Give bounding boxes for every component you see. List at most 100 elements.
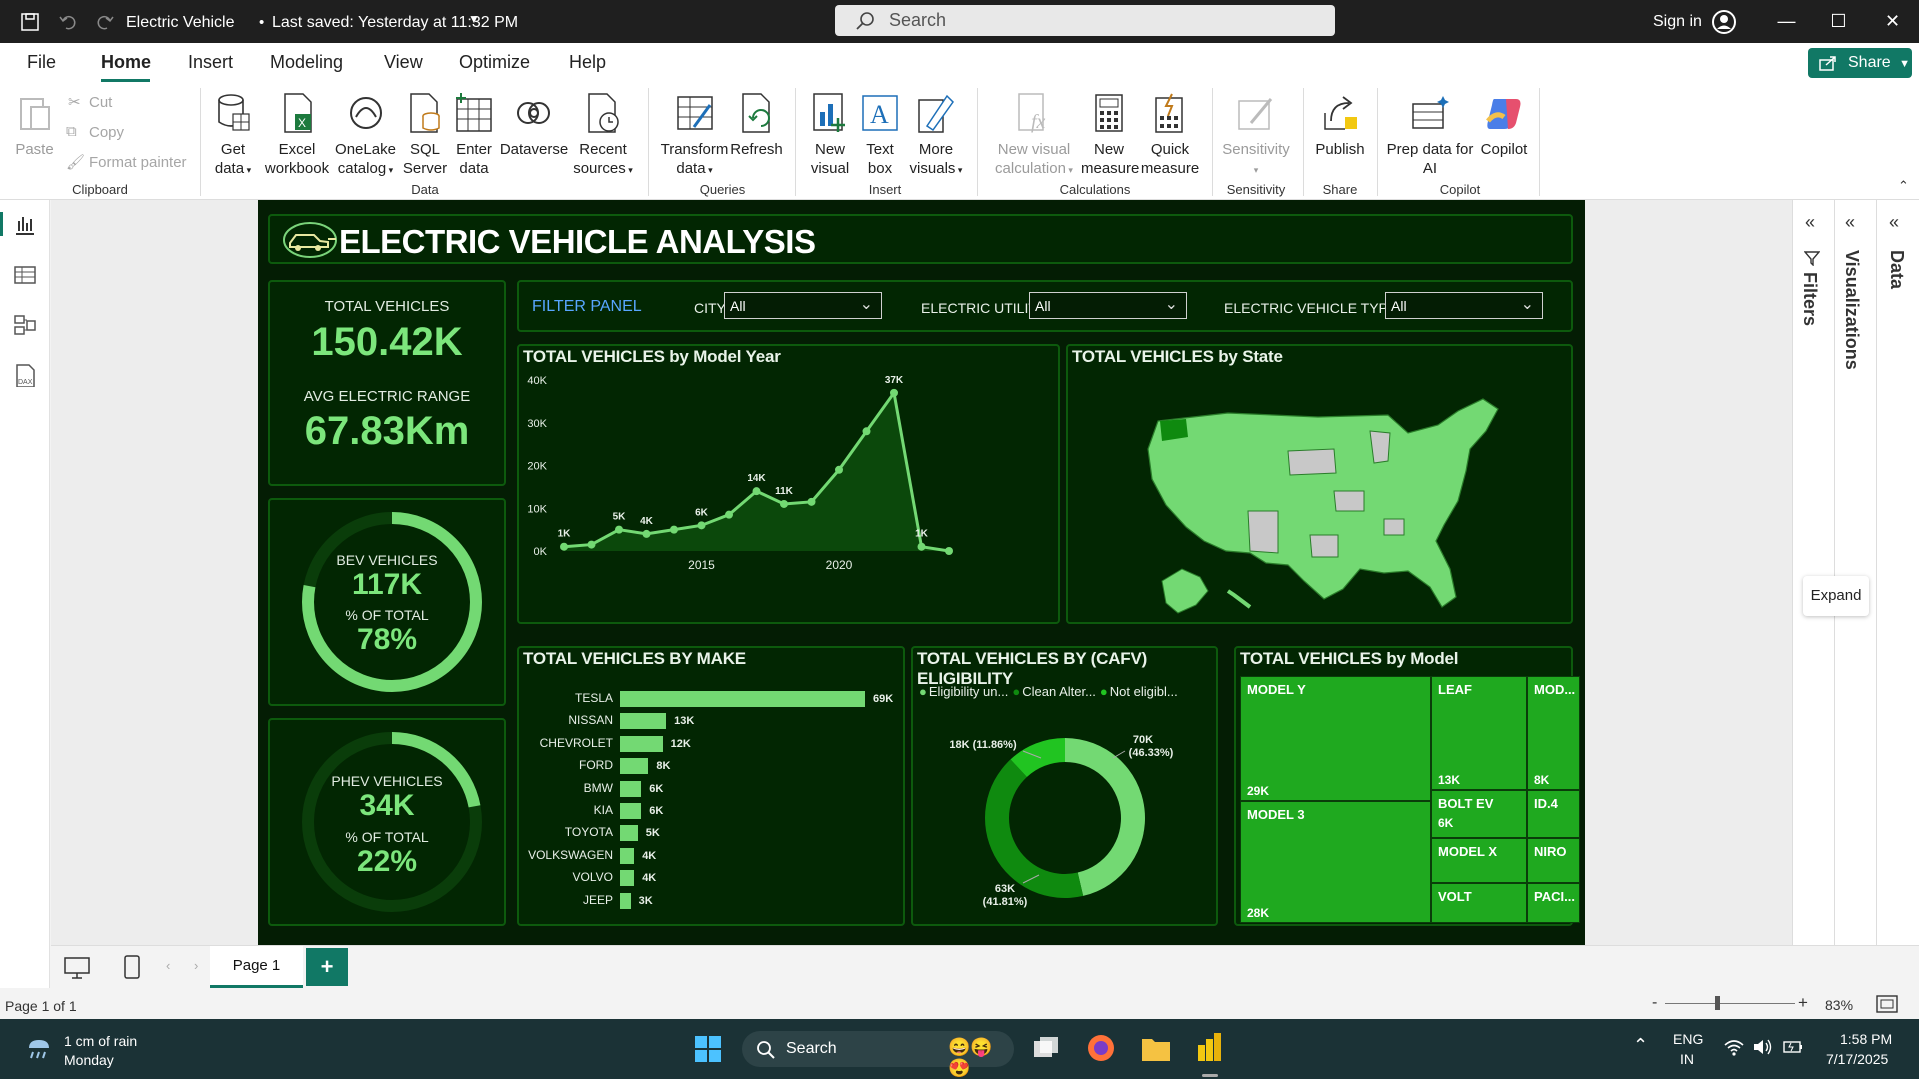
state-no-data bbox=[1333, 490, 1365, 512]
publish-button[interactable]: Publish bbox=[1310, 92, 1370, 159]
tray-chevron-up-icon[interactable]: ⌃ bbox=[1633, 1035, 1648, 1056]
get-data-button[interactable]: Get data ▾ bbox=[208, 92, 258, 180]
make-category-label: KIA bbox=[593, 803, 613, 817]
transform-data-button[interactable]: Transform data ▾ bbox=[657, 92, 732, 180]
maximize-button[interactable]: ☐ bbox=[1811, 0, 1866, 43]
close-button[interactable]: ✕ bbox=[1865, 0, 1919, 43]
treemap-cell[interactable]: NIRO bbox=[1527, 838, 1580, 883]
treemap-cell[interactable]: MODEL Y 29K bbox=[1240, 676, 1431, 801]
collapse-ribbon-icon[interactable]: ⌃ bbox=[1898, 178, 1909, 194]
zoom-slider-thumb[interactable] bbox=[1715, 996, 1720, 1010]
onelake-catalog-button[interactable]: OneLake catalog ▾ bbox=[333, 92, 398, 180]
add-page-button[interactable]: + bbox=[306, 948, 348, 986]
expand-data-icon[interactable]: « bbox=[1889, 212, 1899, 233]
volume-icon[interactable] bbox=[1752, 1037, 1774, 1057]
fit-to-page-icon[interactable] bbox=[1876, 995, 1898, 1013]
minimize-button[interactable]: — bbox=[1759, 0, 1814, 43]
new-measure-button[interactable]: New measure bbox=[1081, 92, 1139, 178]
recent-sources-button[interactable]: Recent sources ▾ bbox=[568, 92, 638, 180]
total-vehicles-label: TOTAL VEHICLES bbox=[324, 298, 450, 315]
power-bi-icon[interactable] bbox=[1196, 1031, 1224, 1063]
battery-icon[interactable] bbox=[1782, 1037, 1804, 1057]
zoom-in-icon[interactable]: + bbox=[1798, 993, 1808, 1013]
expand-visualizations-icon[interactable]: « bbox=[1845, 212, 1855, 233]
weather-text[interactable]: 1 cm of rain bbox=[64, 1033, 137, 1049]
ev-type-dropdown[interactable]: All ⌄ bbox=[1385, 292, 1543, 319]
mobile-layout-icon[interactable] bbox=[124, 955, 140, 979]
enter-data-button[interactable]: Enter data bbox=[450, 92, 498, 178]
cafv-legend-item[interactable]: ● Eligibility un... bbox=[919, 684, 1008, 699]
wifi-icon[interactable] bbox=[1723, 1037, 1745, 1057]
desktop-layout-icon[interactable] bbox=[64, 957, 90, 979]
treemap-cell[interactable]: MOD... 8K bbox=[1527, 676, 1580, 790]
undo-icon[interactable] bbox=[58, 12, 78, 32]
menu-help[interactable]: Help bbox=[569, 52, 606, 73]
save-icon[interactable] bbox=[20, 12, 40, 32]
copilot-button[interactable]: Copilot bbox=[1474, 92, 1534, 159]
cut-button[interactable]: Cut bbox=[89, 94, 112, 111]
zoom-out-icon[interactable]: - bbox=[1652, 994, 1657, 1012]
file-explorer-icon[interactable] bbox=[1140, 1033, 1172, 1063]
expand-filters-icon[interactable]: « bbox=[1805, 212, 1815, 233]
more-visuals-button[interactable]: More visuals ▾ bbox=[906, 92, 966, 180]
filters-pane-collapsed[interactable]: « Filters bbox=[1792, 200, 1828, 945]
dataverse-button[interactable]: Dataverse bbox=[499, 92, 569, 159]
sql-server-button[interactable]: SQL Server bbox=[400, 92, 450, 178]
task-view-icon[interactable] bbox=[1032, 1035, 1060, 1063]
page-tab-1[interactable]: Page 1 bbox=[210, 946, 303, 988]
make-bars: TESLA 69K NISSAN 13K CHEVROLET 12K FORD 8K BMW 6K… bbox=[519, 688, 903, 918]
data-pane-collapsed[interactable]: « Data bbox=[1876, 200, 1919, 945]
prep-data-for-ai-button[interactable]: Prep data for AI bbox=[1385, 92, 1475, 178]
dax-query-view-icon[interactable]: DAX bbox=[13, 363, 37, 387]
city-dropdown[interactable]: All ⌄ bbox=[724, 292, 882, 319]
menu-home[interactable]: Home bbox=[101, 52, 151, 73]
treemap-cell[interactable]: MODEL X bbox=[1431, 838, 1527, 883]
excel-label: Excel workbook bbox=[264, 141, 330, 177]
sensitivity-button[interactable]: Sensitivity ▾ bbox=[1218, 92, 1294, 180]
table-view-icon[interactable] bbox=[13, 263, 37, 287]
language-eng[interactable]: ENG bbox=[1673, 1031, 1703, 1047]
model-view-icon[interactable] bbox=[13, 313, 37, 337]
account-icon[interactable] bbox=[1711, 9, 1737, 35]
utility-dropdown[interactable]: All ⌄ bbox=[1029, 292, 1187, 319]
cafv-legend-item[interactable]: ● Clean Alter... bbox=[1012, 684, 1096, 699]
zoom-slider[interactable] bbox=[1665, 1003, 1795, 1004]
excel-workbook-button[interactable]: X Excel workbook bbox=[262, 92, 332, 178]
treemap-cell[interactable]: PACI... bbox=[1527, 883, 1580, 923]
menu-view[interactable]: View bbox=[384, 52, 423, 73]
menu-modeling[interactable]: Modeling bbox=[270, 52, 343, 73]
treemap-cell[interactable]: VOLT bbox=[1431, 883, 1527, 923]
treemap-cell[interactable]: LEAF 13K bbox=[1431, 676, 1527, 790]
firefox-icon[interactable] bbox=[1086, 1033, 1116, 1063]
make-category-label: VOLKSWAGEN bbox=[528, 847, 613, 862]
start-icon[interactable] bbox=[694, 1035, 722, 1063]
text-box-button[interactable]: A Text box bbox=[856, 92, 904, 178]
new-visual-button[interactable]: New visual bbox=[805, 92, 855, 178]
treemap-cell[interactable]: ID.4 bbox=[1527, 790, 1580, 838]
paste-button[interactable]: Paste bbox=[12, 92, 57, 159]
new-visual-calculation-button[interactable]: fx New visual calculation ▾ bbox=[990, 92, 1078, 180]
treemap-cell[interactable]: BOLT EV 6K bbox=[1431, 790, 1527, 838]
menu-file[interactable]: File bbox=[27, 52, 56, 73]
refresh-button[interactable]: Refresh bbox=[729, 92, 784, 159]
title-dropdown-icon[interactable]: ▼ bbox=[468, 12, 480, 26]
sign-in-link[interactable]: Sign in bbox=[1653, 13, 1702, 31]
copy-button[interactable]: Copy bbox=[89, 124, 124, 141]
format-painter-button[interactable]: Format painter bbox=[89, 154, 187, 171]
new-visual-calc-label: New visual calculation bbox=[995, 141, 1071, 177]
next-page-icon[interactable]: › bbox=[194, 958, 198, 973]
treemap-cell[interactable]: MODEL 3 28K bbox=[1240, 801, 1431, 923]
redo-icon[interactable] bbox=[95, 12, 115, 32]
menu-optimize[interactable]: Optimize bbox=[459, 52, 530, 73]
clock-time[interactable]: 1:58 PM bbox=[1840, 1031, 1892, 1047]
search-input[interactable]: Search bbox=[835, 5, 1335, 36]
cafv-legend-item[interactable]: ● Not eligibl... bbox=[1100, 684, 1178, 699]
menu-insert[interactable]: Insert bbox=[188, 52, 233, 73]
taskbar-search[interactable]: Search 😄😝😍 bbox=[742, 1031, 1014, 1078]
report-view-icon[interactable] bbox=[13, 213, 37, 237]
svg-text:fx: fx bbox=[1031, 111, 1046, 133]
visualizations-pane-collapsed[interactable]: « Visualizations bbox=[1834, 200, 1870, 945]
prev-page-icon[interactable]: ‹ bbox=[166, 958, 170, 973]
quick-measure-button[interactable]: Quick measure bbox=[1140, 92, 1200, 178]
share-button[interactable]: Share ▼ bbox=[1808, 48, 1912, 78]
